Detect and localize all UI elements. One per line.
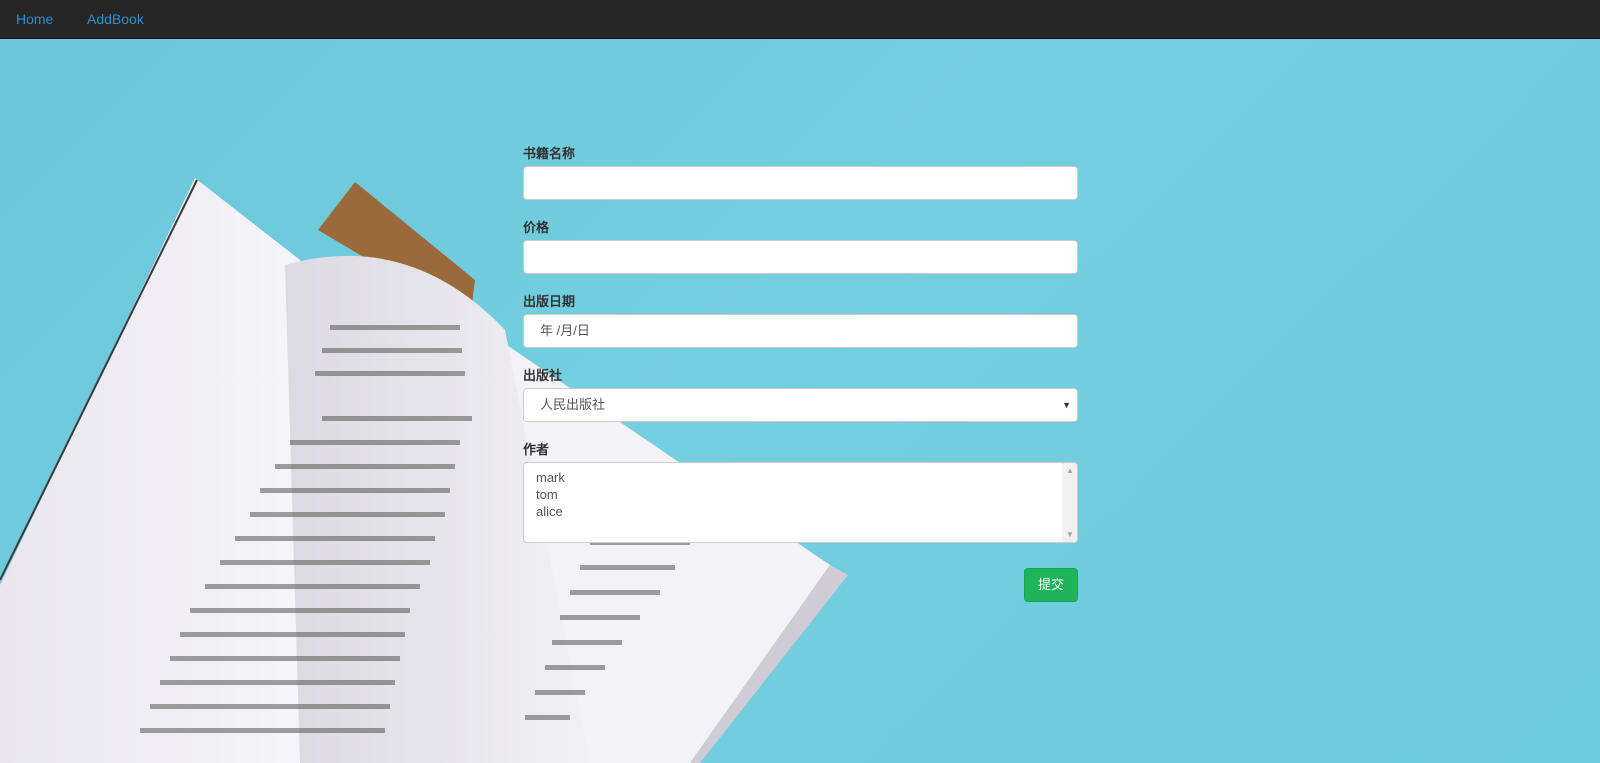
author-option[interactable]: tom (536, 487, 558, 502)
price-label: 价格 (523, 220, 550, 235)
submit-button[interactable]: 提交 (1024, 568, 1078, 602)
scroll-up-arrow-icon[interactable]: ▲ (1066, 466, 1074, 475)
publish-date-placeholder: 年 /月/日 (540, 323, 590, 338)
book-left-block (0, 178, 330, 763)
nav-link-home[interactable]: Home (16, 11, 53, 27)
price-input[interactable] (523, 240, 1078, 274)
author-scrollbar[interactable]: ▲ ▼ (1062, 463, 1077, 542)
book-name-input[interactable] (523, 166, 1078, 200)
nav-link-addbook[interactable]: AddBook (87, 11, 144, 27)
author-multiselect[interactable]: mark tom alice ▲ ▼ (523, 462, 1078, 543)
publisher-select[interactable]: 人民出版社 ▼ (523, 388, 1078, 422)
publish-date-label: 出版日期 (523, 294, 576, 309)
author-option[interactable]: alice (536, 504, 563, 519)
book-name-label: 书籍名称 (523, 146, 576, 161)
caret-down-icon: ▼ (1062, 400, 1071, 410)
author-label: 作者 (523, 442, 550, 457)
navbar: Home AddBook (0, 0, 1600, 39)
author-option[interactable]: mark (536, 470, 565, 485)
scroll-down-arrow-icon[interactable]: ▼ (1066, 530, 1074, 539)
publisher-label: 出版社 (523, 368, 563, 383)
publish-date-input[interactable]: 年 /月/日 (523, 314, 1078, 348)
publisher-selected-value: 人民出版社 (540, 397, 606, 412)
